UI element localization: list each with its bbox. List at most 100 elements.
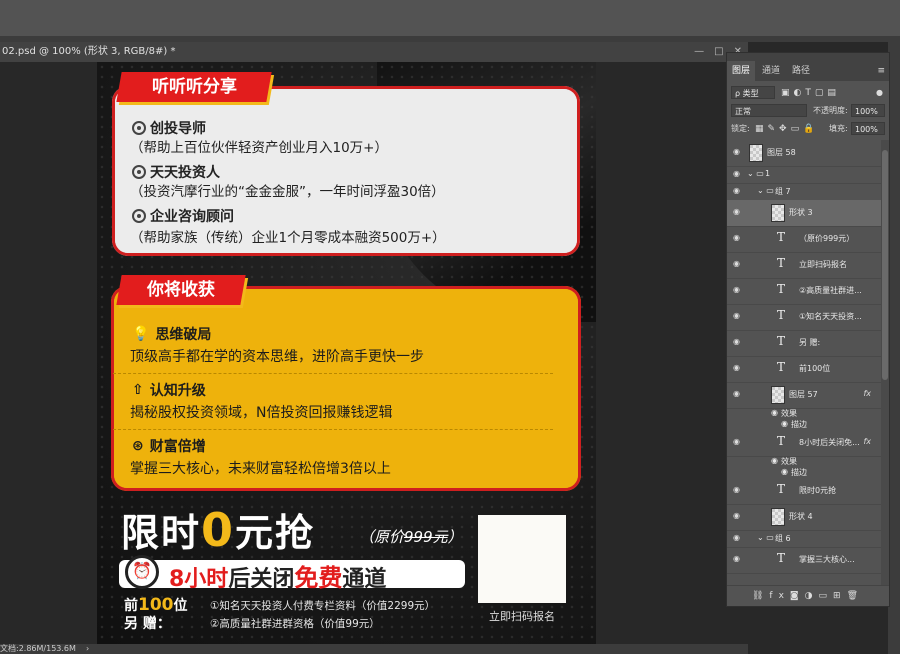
visibility-eye-icon[interactable]: ◉ xyxy=(733,363,740,372)
layer-row[interactable]: ◉ ⌄ ▭ 组 7 xyxy=(727,183,881,201)
qr-label: 立即扫码报名 xyxy=(489,610,555,623)
fill-field[interactable]: 100% xyxy=(851,122,885,135)
mask-icon[interactable]: ◙ xyxy=(790,591,805,601)
filter-kind-select[interactable]: ρ 类型 xyxy=(731,86,775,99)
status-bar: 文档:2.86M/153.6M › xyxy=(0,644,748,654)
layer-row[interactable]: ◉ T ②高质量社群进... xyxy=(727,278,881,305)
layer-row[interactable]: ◉ T 掌握三大核心... xyxy=(727,547,881,574)
visibility-eye-icon[interactable]: ◉ xyxy=(733,337,740,346)
visibility-eye-icon[interactable]: ◉ xyxy=(733,285,740,294)
layer-row[interactable]: ◉ 图层 57 fx xyxy=(727,382,881,409)
status-arrow-icon[interactable]: › xyxy=(86,644,89,654)
visibility-eye-icon[interactable]: ◉ xyxy=(733,554,740,563)
visibility-eye-icon[interactable]: ◉ xyxy=(733,533,740,542)
layer-name: 效果 xyxy=(781,409,797,418)
poster-artboard[interactable]: 听听听分享 创投导师 （帮助上百位伙伴轻资产创业月入10万+） 天天投资人 （投… xyxy=(97,62,596,644)
layer-thumbnail xyxy=(771,204,785,222)
text-layer-icon: T xyxy=(777,482,786,496)
gain-item-3-title: ⊛ 财富倍增 xyxy=(132,438,206,455)
layers-list: ◉ 图层 58 ◉ ⌄ ▭ 1 ◉ ⌄ ▭ 组 7 ◉ 形状 3 ◉ T （原价999元） ◉ T 立即扫码报… xyxy=(727,140,881,586)
fx-icon[interactable]: fx xyxy=(863,437,871,446)
layer-row[interactable]: ◉ T 8小时后关闭免... fx xyxy=(727,430,881,457)
delete-icon[interactable]: 🗑 xyxy=(847,591,864,601)
effect-eye-icon[interactable]: ◉ xyxy=(771,456,778,465)
maximize-icon[interactable]: □ xyxy=(714,42,723,62)
folder-icon[interactable]: ⌄ ▭ xyxy=(747,169,764,178)
visibility-eye-icon[interactable]: ◉ xyxy=(733,233,740,242)
layer-name: ②高质量社群进... xyxy=(799,286,862,295)
layer-row[interactable]: ◉ T 立即扫码报名 xyxy=(727,252,881,279)
alarm-clock-icon: ⏰ xyxy=(125,555,159,589)
visibility-eye-icon[interactable]: ◉ xyxy=(733,186,740,195)
layer-row[interactable]: ◉ T （原价999元） xyxy=(727,226,881,253)
link-icon[interactable]: ⛓ xyxy=(752,591,769,601)
share-item-3-desc: （帮助家族（传统）企业1个月零成本融资500万+） xyxy=(130,230,446,246)
layer-row[interactable]: ◉ 图层 58 xyxy=(727,140,881,167)
visibility-eye-icon[interactable]: ◉ xyxy=(733,169,740,178)
gain-item-2-desc: 揭秘股权投资领域，N倍投资回报赚钱逻辑 xyxy=(130,405,393,421)
filter-toggle-icon[interactable]: ● xyxy=(876,85,883,101)
layer-name: 8小时后关闭免... xyxy=(799,438,860,447)
new-group-icon[interactable]: ▭ xyxy=(819,591,834,601)
visibility-eye-icon[interactable]: ◉ xyxy=(733,511,740,520)
layer-name: 形状 3 xyxy=(789,208,813,217)
layer-name: 组 6 xyxy=(775,533,791,543)
options-bar xyxy=(0,0,900,37)
layer-thumbnail xyxy=(771,386,785,404)
dashed-divider xyxy=(113,429,553,430)
effect-eye-icon[interactable]: ◉ xyxy=(781,467,788,476)
tab-layers[interactable]: 图层 xyxy=(727,61,756,81)
folder-icon[interactable]: ⌄ ▭ xyxy=(757,533,774,542)
visibility-eye-icon[interactable]: ◉ xyxy=(733,259,740,268)
layer-name: 立即扫码报名 xyxy=(799,260,847,269)
new-layer-icon[interactable]: ⊞ xyxy=(833,591,847,601)
blend-mode-select[interactable]: 正常 xyxy=(731,104,807,117)
tab-channels[interactable]: 通道 xyxy=(757,61,785,81)
adjustment-icon[interactable]: ◑ xyxy=(805,591,819,601)
layer-effect-row[interactable]: ◉ 效果 xyxy=(727,408,881,419)
arrow-up-icon: ⇧ xyxy=(132,382,144,398)
lock-icons[interactable]: ▦✎✥▭🔒 xyxy=(755,121,818,137)
visibility-eye-icon[interactable]: ◉ xyxy=(733,311,740,320)
document-tab-title: 02.psd @ 100% (形状 3, RGB/8#) * xyxy=(2,46,176,57)
bonus-1: ①知名天天投资人付费专栏资料（价值2299元） xyxy=(210,600,436,612)
minimize-icon[interactable]: — xyxy=(694,42,704,62)
panel-tabs: 图层 通道 路径 ≡ xyxy=(727,61,889,81)
text-layer-icon: T xyxy=(777,230,786,244)
visibility-eye-icon[interactable]: ◉ xyxy=(733,485,740,494)
layer-row[interactable]: ◉ 形状 3 xyxy=(727,200,881,227)
effect-eye-icon[interactable]: ◉ xyxy=(781,419,788,428)
layer-row[interactable]: ◉ 形状 4 xyxy=(727,504,881,531)
effect-eye-icon[interactable]: ◉ xyxy=(771,408,778,417)
scroll-thumb[interactable] xyxy=(882,150,888,380)
layer-effect-row[interactable]: ◉ 效果 xyxy=(727,456,881,467)
layer-row[interactable]: ◉ T ①知名天天投资... xyxy=(727,304,881,331)
filter-icons[interactable]: ▣◐T▢▤ xyxy=(781,85,840,101)
layer-row[interactable]: ◉ ⌄ ▭ 1 xyxy=(727,166,881,184)
document-tab[interactable]: 02.psd @ 100% (形状 3, RGB/8#) * — □ ✕ xyxy=(0,42,748,63)
share-item-3-title: 企业咨询顾问 xyxy=(132,206,234,226)
visibility-eye-icon[interactable]: ◉ xyxy=(733,389,740,398)
layer-effect-row[interactable]: ◉ 描边 xyxy=(727,419,881,430)
layer-name: 限时0元抢 xyxy=(799,486,837,495)
money-icon: ⊛ xyxy=(132,438,144,454)
visibility-eye-icon[interactable]: ◉ xyxy=(733,147,740,156)
tab-paths[interactable]: 路径 xyxy=(787,61,815,81)
layers-scrollbar[interactable] xyxy=(881,140,889,586)
layer-row[interactable]: ◉ T 另 赠: xyxy=(727,330,881,357)
gain-item-2-title: ⇧ 认知升级 xyxy=(132,382,206,399)
folder-icon[interactable]: ⌄ ▭ xyxy=(757,186,774,195)
qr-code-placeholder xyxy=(478,515,566,603)
layer-row[interactable]: ◉ T 前100位 xyxy=(727,356,881,383)
layer-effect-row[interactable]: ◉ 描边 xyxy=(727,467,881,478)
fx-icon[interactable]: fx xyxy=(863,389,871,398)
visibility-eye-icon[interactable]: ◉ xyxy=(733,207,740,216)
fx-button[interactable]: fx xyxy=(769,591,790,601)
text-layer-icon: T xyxy=(777,334,786,348)
opacity-field[interactable]: 100% xyxy=(851,104,885,117)
visibility-eye-icon[interactable]: ◉ xyxy=(733,437,740,446)
layer-row[interactable]: ◉ T 限时0元抢 xyxy=(727,478,881,505)
layer-row[interactable]: ◉ ⌄ ▭ 组 6 xyxy=(727,530,881,548)
panel-menu-icon[interactable]: ≡ xyxy=(877,61,885,81)
text-layer-icon: T xyxy=(777,308,786,322)
